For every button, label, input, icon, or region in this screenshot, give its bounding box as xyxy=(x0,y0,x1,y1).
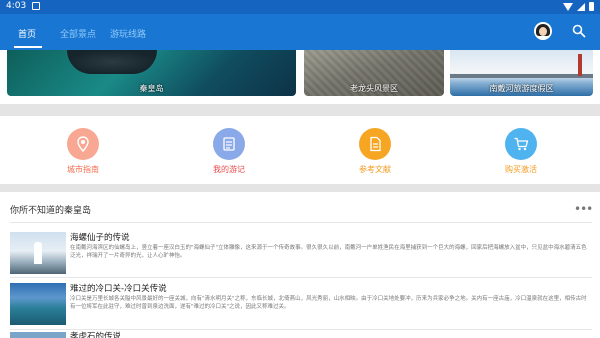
attraction-card-qinhuangdao[interactable]: 秦皇岛 xyxy=(7,50,296,96)
quick-link-label: 城市指南 xyxy=(67,165,99,174)
quick-link-label: 我的游记 xyxy=(213,165,245,174)
article-title: 孝虎石的传说 xyxy=(70,332,122,338)
article-item[interactable]: 难过的冷口关-冷口关传说 冷口关是万里长城各关隘中风景最好的一座关城，向有"清水… xyxy=(10,280,592,328)
article-thumbnail xyxy=(10,232,66,274)
search-icon[interactable] xyxy=(572,24,586,38)
quick-link-label: 参考文献 xyxy=(359,165,391,174)
document-icon xyxy=(359,128,391,160)
article-title: 难过的冷口关-冷口关传说 xyxy=(70,284,167,294)
quick-link-references[interactable]: 参考文献 xyxy=(330,128,420,175)
article-desc: 在南戴河海滨区的仙螺岛上，竖立着一座汉白玉的"海螺仙子"立体雕像，这来源于一个传… xyxy=(70,245,587,259)
more-horiz-icon[interactable]: ••• xyxy=(574,202,593,216)
status-time: 4:03 xyxy=(6,1,27,11)
tab-home[interactable]: 首页 xyxy=(18,27,36,40)
battery-icon xyxy=(589,2,594,11)
section-divider xyxy=(0,104,600,116)
tab-indicator xyxy=(14,46,42,48)
quick-link-my-notes[interactable]: 我的游记 xyxy=(184,128,274,175)
section-divider xyxy=(0,184,600,192)
quick-link-purchase[interactable]: 购买激活 xyxy=(476,128,566,175)
article-thumbnail xyxy=(10,332,66,338)
attraction-label: 南戴河旅游度假区 xyxy=(489,84,554,93)
article-title: 海螺仙子的传说 xyxy=(70,233,130,243)
article-item[interactable]: 孝虎石的传说 xyxy=(10,330,592,338)
tab-all-attractions[interactable]: 全部景点 xyxy=(60,27,96,40)
attraction-card-nandaihe[interactable]: 南戴河旅游度假区 xyxy=(450,50,593,96)
attraction-card-laolongtou[interactable]: 老龙头风景区 xyxy=(304,50,444,96)
quick-link-label: 购买激活 xyxy=(505,165,537,174)
attraction-label: 老龙头风景区 xyxy=(350,84,398,93)
article-desc: 冷口关是万里长城各关隘中风景最好的一座关城，向有"清水明月关"之称，东临长城，北… xyxy=(70,296,587,310)
notebook-icon xyxy=(213,128,245,160)
status-icons xyxy=(563,2,594,11)
cart-icon xyxy=(505,128,537,160)
status-bar: 4:03 xyxy=(0,0,600,14)
article-item[interactable]: 海螺仙子的传说 在南戴河海滨区的仙螺岛上，竖立着一座汉白玉的"海螺仙子"立体雕像… xyxy=(10,228,592,276)
quick-link-city-guide[interactable]: 城市指南 xyxy=(38,128,128,175)
tab-routes[interactable]: 游玩线路 xyxy=(110,27,146,40)
signal-icon xyxy=(577,2,585,11)
article-thumbnail xyxy=(10,283,66,325)
avatar[interactable] xyxy=(534,22,552,40)
attraction-label: 秦皇岛 xyxy=(139,84,164,93)
divider xyxy=(10,277,592,278)
section-title: 你所不知道的秦皇岛 xyxy=(10,206,92,216)
divider xyxy=(10,222,592,223)
notification-icon xyxy=(32,2,40,10)
wifi-icon xyxy=(563,2,573,11)
map-marker-icon xyxy=(67,128,99,160)
